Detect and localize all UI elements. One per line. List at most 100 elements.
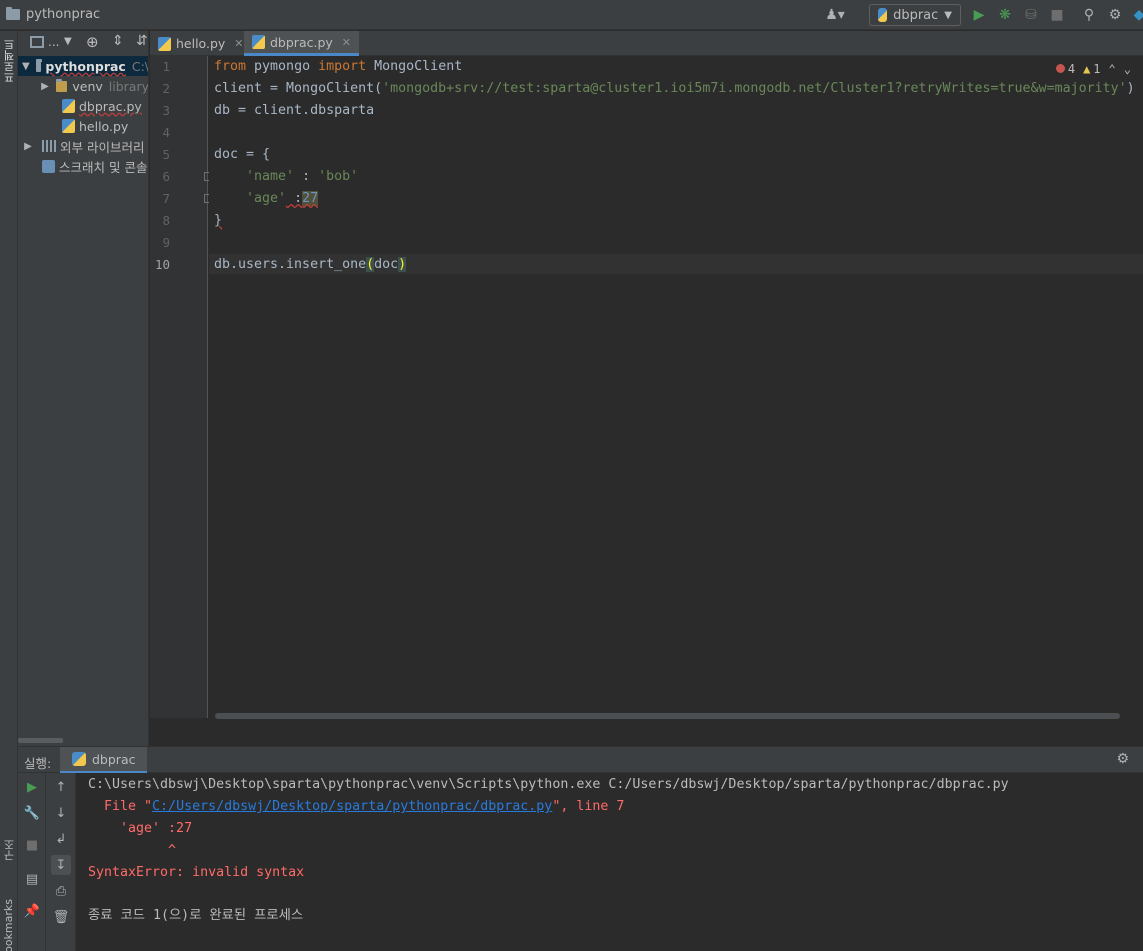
folder-icon xyxy=(6,7,20,20)
soft-wrap-icon[interactable]: ↲ xyxy=(51,829,71,849)
stop-icon[interactable]: ■ xyxy=(1048,6,1066,24)
code-line-2: client = MongoClient('mongodb+srv://test… xyxy=(214,81,1135,96)
close-icon[interactable]: ✕ xyxy=(234,37,243,50)
run-console[interactable]: C:\Users\dbswj\Desktop\sparta\pythonprac… xyxy=(76,773,1143,951)
run-icon[interactable]: ▶ xyxy=(970,6,988,24)
python-file-icon xyxy=(62,99,75,113)
line-number: 3 xyxy=(162,103,170,118)
code-line-1: from pymongo import MongoClient xyxy=(214,59,463,74)
editor-gutter: 1 2 3 4 5 6 7 8 9 10 xyxy=(150,56,213,718)
code-line-3: db = client.dbsparta xyxy=(214,103,375,118)
locate-icon[interactable]: ⊕ xyxy=(86,33,99,51)
search-icon[interactable]: ⚲ xyxy=(1080,6,1098,24)
project-view-label[interactable]: ... xyxy=(48,35,59,49)
close-icon[interactable]: ✕ xyxy=(342,36,351,49)
run-panel-label: 실행: xyxy=(24,756,52,771)
tree-item-label: venv xyxy=(72,78,103,94)
stop-icon[interactable]: ■ xyxy=(22,835,42,855)
arrow-down-icon[interactable]: ↓ xyxy=(51,803,71,823)
horizontal-scrollbar[interactable] xyxy=(215,713,1120,719)
warning-icon: ▲ xyxy=(1083,62,1091,76)
gear-icon[interactable]: ⚙ xyxy=(1106,6,1124,24)
layout-icon[interactable]: ▤ xyxy=(22,869,42,889)
chevron-right-icon: ▶ xyxy=(24,140,32,152)
project-tool-tab[interactable]: 프로젝트 xyxy=(2,39,18,83)
line-number: 1 xyxy=(162,59,170,74)
run-toolbar-secondary: ↑ ↓ ↲ ↧ ⎙ 🗑 xyxy=(46,773,76,951)
chevron-down-icon: ▼ xyxy=(22,60,30,72)
python-file-icon xyxy=(252,35,265,49)
collapse-all-icon[interactable]: ⇕ xyxy=(112,33,124,49)
chevron-up-icon[interactable]: ⌃ xyxy=(1109,62,1116,76)
window-icon[interactable] xyxy=(30,36,44,48)
chevron-down-icon[interactable]: ⌄ xyxy=(1124,62,1131,76)
tree-item-scratches[interactable]: 스크래치 및 콘솔 xyxy=(18,156,148,176)
line-number: 2 xyxy=(162,81,170,96)
line-number: 6 xyxy=(162,169,170,184)
navigation-bar: pythonprac ♟▾ dbprac ▼ ▶ ❋ ⛁ ■ ⚲ ⚙ ◆ xyxy=(0,0,1143,30)
run-tab-dbprac[interactable]: dbprac xyxy=(60,747,148,774)
rerun-icon[interactable]: ▶ xyxy=(22,777,42,797)
arrow-up-icon[interactable]: ↑ xyxy=(51,777,71,797)
pin-icon[interactable]: 📌 xyxy=(22,901,42,921)
error-icon xyxy=(1055,64,1065,73)
bookmarks-tool-tab[interactable]: Bookmarks xyxy=(2,899,15,951)
expand-all-icon[interactable]: ⇵ xyxy=(136,33,148,49)
tab-hello-py[interactable]: hello.py ✕ xyxy=(150,31,252,56)
tab-dbprac-py[interactable]: dbprac.py ✕ xyxy=(244,31,359,56)
library-icon xyxy=(42,140,56,152)
gear-icon[interactable]: ⚙ xyxy=(1116,751,1129,767)
tree-item-external-libraries[interactable]: ▶ 외부 라이브러리 xyxy=(18,136,148,156)
project-horizontal-scrollbar[interactable] xyxy=(18,738,63,743)
tree-item-label: dbprac.py xyxy=(79,98,142,114)
tab-label: dbprac.py xyxy=(270,34,333,50)
tree-item-label: 외부 라이브러리 xyxy=(60,139,145,155)
print-icon[interactable]: ⎙ xyxy=(51,881,71,901)
editor-tabs: hello.py ✕ dbprac.py ✕ xyxy=(150,31,1143,56)
coverage-icon[interactable]: ⛁ xyxy=(1022,6,1040,24)
folder-icon xyxy=(35,58,42,72)
line-number-current: 10 xyxy=(154,257,170,272)
line-number: 9 xyxy=(162,235,170,250)
code-line-5: doc = { xyxy=(214,147,271,162)
inspection-widget[interactable]: 4 ▲ 1 ⌃ ⌄ xyxy=(1055,62,1131,76)
structure-tool-tab[interactable]: 구조 xyxy=(2,839,18,861)
console-line: ^ xyxy=(88,843,177,858)
user-icon[interactable]: ♟▾ xyxy=(825,6,845,24)
code-line-6: 'name' : 'bob' xyxy=(246,169,359,184)
run-toolbar-primary: ▶ 🔧 ■ ▤ 📌 xyxy=(18,773,46,951)
trash-icon[interactable]: 🗑 xyxy=(51,907,71,927)
tree-item-path: C:\ xyxy=(131,58,149,74)
tree-item-dbprac[interactable]: dbprac.py xyxy=(18,96,148,116)
scratch-icon xyxy=(42,159,55,173)
run-tab-label: dbprac xyxy=(92,751,136,767)
project-toolbar: ... ▼ ⊕ ⇕ ⇵ xyxy=(18,31,148,55)
tree-item-venv[interactable]: ▶ venv library xyxy=(18,76,148,96)
tree-item-label: pythonprac xyxy=(45,58,126,74)
scroll-to-end-icon[interactable]: ↧ xyxy=(51,855,71,875)
toolbox-icon[interactable]: ◆ xyxy=(1130,6,1143,24)
tree-item-hello[interactable]: hello.py xyxy=(18,116,148,136)
tree-item-label: hello.py xyxy=(79,118,129,134)
chevron-right-icon: ▶ xyxy=(41,80,49,92)
left-tool-strip: 프로젝트 구조 Bookmarks xyxy=(0,31,18,951)
project-panel: ... ▼ ⊕ ⇕ ⇵ ▼ pythonprac C:\ ▶ venv libr… xyxy=(18,31,149,746)
warning-count[interactable]: ▲ 1 xyxy=(1083,62,1100,76)
code-line-8: } xyxy=(214,213,223,228)
console-line: 'age' :27 xyxy=(88,821,193,836)
wrench-icon[interactable]: 🔧 xyxy=(22,803,42,823)
console-line: File "C:/Users/dbswj/Desktop/sparta/pyth… xyxy=(88,799,625,814)
folder-icon xyxy=(55,78,68,92)
run-panel-header: 실행: dbprac ⚙ xyxy=(18,746,1143,774)
console-line: SyntaxError: invalid syntax xyxy=(88,865,305,880)
tree-item-pythonprac[interactable]: ▼ pythonprac C:\ xyxy=(18,56,149,76)
error-count[interactable]: 4 xyxy=(1055,62,1075,76)
run-config-select[interactable]: dbprac ▼ xyxy=(869,4,961,26)
chevron-down-icon[interactable]: ▼ xyxy=(64,36,72,47)
code-editor[interactable]: from pymongo import MongoClient client =… xyxy=(209,56,1143,718)
debug-icon[interactable]: ❋ xyxy=(996,6,1014,24)
file-link[interactable]: C:/Users/dbswj/Desktop/sparta/pythonprac… xyxy=(152,799,552,814)
project-name: pythonprac xyxy=(26,7,101,22)
project-breadcrumb[interactable]: pythonprac xyxy=(6,7,100,22)
code-line-10: db.users.insert_one(doc) xyxy=(214,257,407,272)
